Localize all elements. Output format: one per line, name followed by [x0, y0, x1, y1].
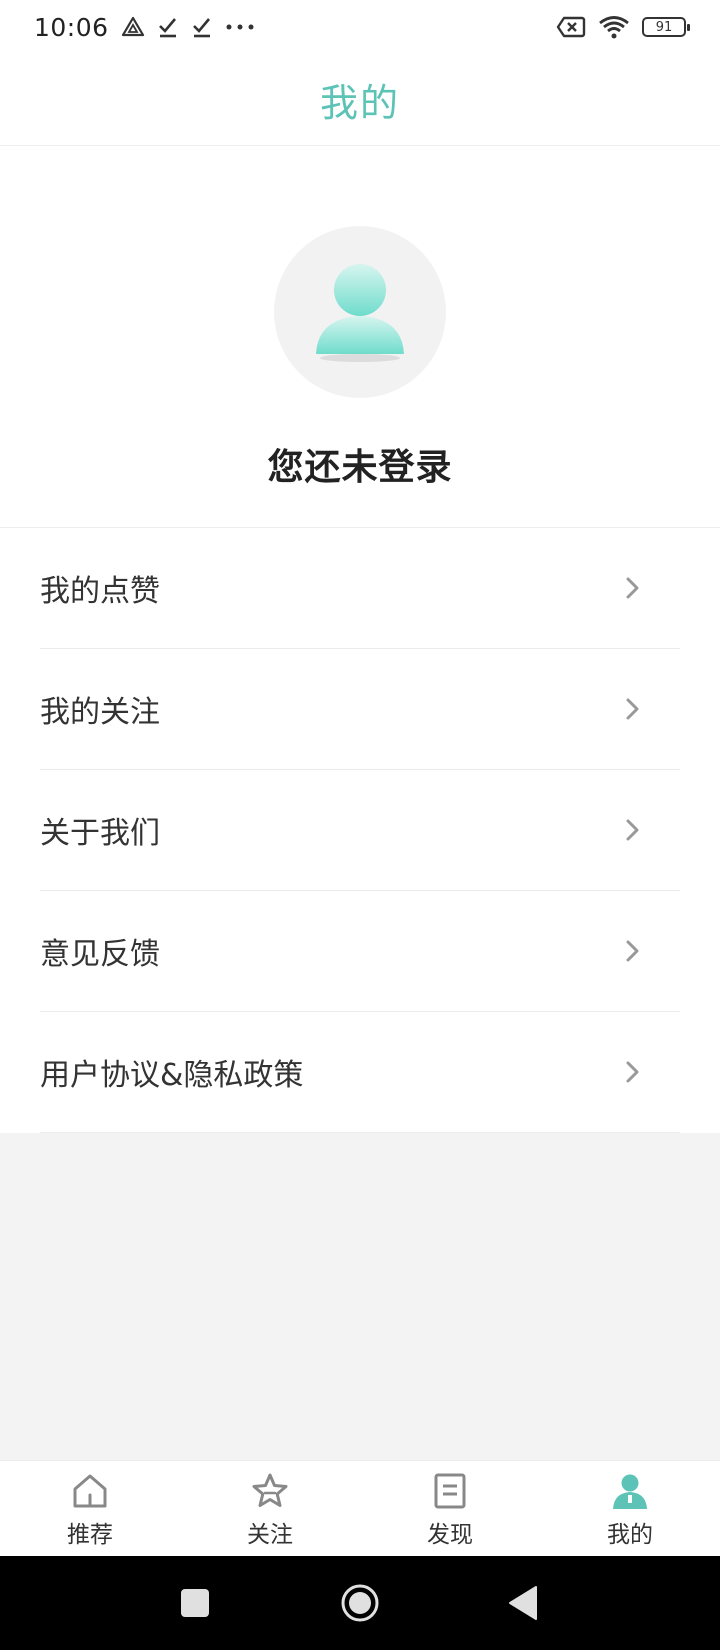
- chevron-right-icon: [626, 940, 639, 962]
- login-status[interactable]: 您还未登录: [0, 438, 720, 490]
- page-title: 我的: [319, 81, 400, 125]
- tab-label: 发现: [427, 1522, 473, 1548]
- document-icon: [434, 1473, 466, 1509]
- menu-item-label: 用户协议&隐私政策: [40, 1058, 304, 1093]
- no-sim-icon: [556, 16, 586, 38]
- drive-icon: [121, 16, 144, 37]
- home-icon: [73, 1474, 107, 1508]
- tab-recommend[interactable]: 推荐: [0, 1461, 180, 1557]
- tab-discover[interactable]: 发现: [360, 1461, 540, 1557]
- tab-label: 推荐: [67, 1522, 113, 1548]
- home-button[interactable]: [340, 1583, 380, 1623]
- menu-item-about-us[interactable]: 关于我们: [40, 770, 680, 891]
- menu-item-feedback[interactable]: 意见反馈: [40, 891, 680, 1012]
- app-header: 我的: [0, 54, 720, 146]
- status-bar: 10:06 91: [0, 0, 720, 54]
- menu-item-agreement-privacy[interactable]: 用户协议&隐私政策: [40, 1012, 680, 1133]
- system-nav-bar: [0, 1556, 720, 1650]
- menu-list: 我的点赞 我的关注 关于我们 意见反馈 用户协议&隐私政策: [0, 528, 720, 1133]
- menu-item-label: 关于我们: [40, 816, 160, 851]
- profile-section: 您还未登录: [0, 146, 720, 528]
- avatar[interactable]: [274, 226, 446, 398]
- star-icon: [252, 1473, 288, 1507]
- status-time: 10:06: [34, 12, 109, 42]
- tab-mine[interactable]: 我的: [540, 1461, 720, 1557]
- default-avatar-icon: [316, 264, 404, 362]
- battery-indicator: 91: [642, 17, 690, 37]
- menu-item-label: 我的关注: [40, 695, 160, 730]
- back-button[interactable]: [508, 1585, 538, 1621]
- download-done-icon: [158, 18, 176, 38]
- recent-apps-button[interactable]: [180, 1587, 210, 1619]
- chevron-right-icon: [626, 819, 639, 841]
- bottom-tab-bar: 推荐 关注 发现 我的: [0, 1460, 720, 1556]
- tab-label: 关注: [247, 1522, 293, 1548]
- more-icon: [226, 24, 254, 30]
- tab-follow[interactable]: 关注: [180, 1461, 360, 1557]
- chevron-right-icon: [626, 698, 639, 720]
- user-icon: [613, 1474, 647, 1509]
- status-right: 91: [556, 15, 690, 39]
- menu-item-my-follows[interactable]: 我的关注: [40, 649, 680, 770]
- chevron-right-icon: [626, 1061, 639, 1083]
- download-done-icon: [192, 18, 210, 38]
- menu-item-my-likes[interactable]: 我的点赞: [40, 528, 680, 649]
- menu-item-label: 意见反馈: [40, 937, 160, 972]
- menu-item-label: 我的点赞: [40, 574, 160, 609]
- tab-label: 我的: [607, 1522, 653, 1548]
- wifi-icon: [599, 16, 629, 39]
- status-left: 10:06: [34, 13, 255, 42]
- chevron-right-icon: [626, 577, 639, 599]
